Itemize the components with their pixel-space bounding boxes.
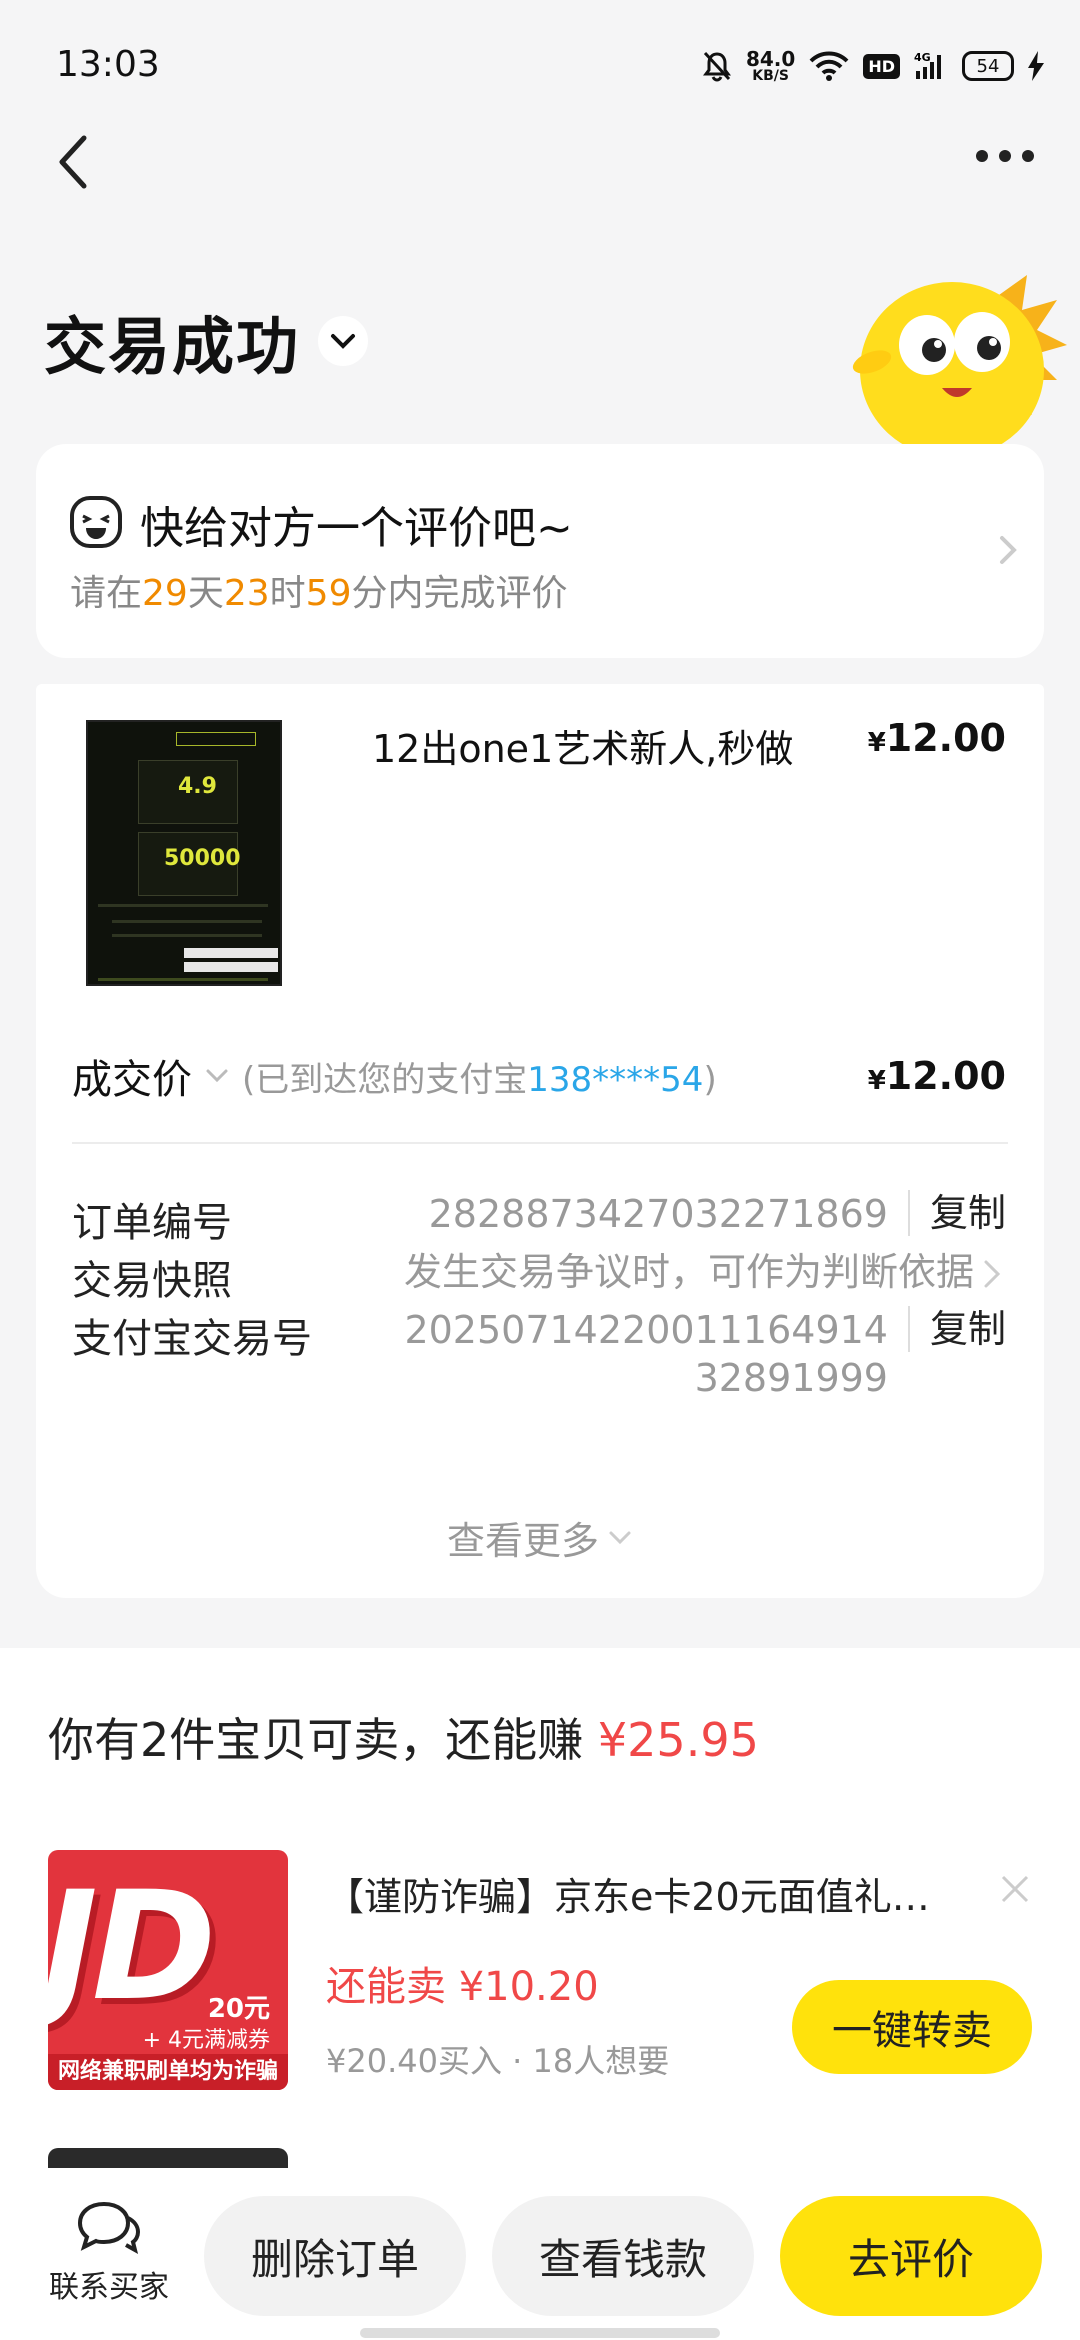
deal-price-label: 成交价 [72, 1057, 192, 1103]
card-coupon: + 4元满减券 [142, 2028, 270, 2053]
bottom-action-bar: 联系买家 删除订单 查看钱款 去评价 [0, 2176, 1080, 2340]
status-bar: 13:03 84.0 KB/S HD 4G 54 [0, 0, 1080, 130]
thumb-line [98, 978, 268, 981]
review-prompt-title: 快给对方一个评价吧~ [140, 503, 573, 554]
resell-item-title: 【谨防诈骗】京东e卡20元面值礼品卡 [326, 1875, 966, 1919]
order-number-row: 订单编号 2828873427032271869 复制 [72, 1190, 1006, 1248]
fraud-warning: 网络兼职刷单均为诈骗 [48, 2054, 288, 2090]
chevron-right-icon [984, 1260, 1001, 1288]
deal-price-value: ¥12.00 [867, 1054, 1006, 1098]
product-thumbnail[interactable]: 4.9 50000 [86, 720, 282, 986]
chevron-down-icon [331, 334, 356, 349]
alipay-trade-value: 20250714220011164914 32891999 [404, 1308, 888, 1400]
resell-item-peek [48, 2148, 288, 2168]
signal-icon: 4G [914, 51, 948, 81]
contact-buyer-label: 联系买家 [49, 2270, 169, 2305]
view-more-button[interactable]: 查看更多 [36, 1510, 1044, 1565]
chevron-right-icon [994, 530, 1024, 570]
thumb-line [112, 934, 262, 937]
laughing-face-icon [68, 494, 124, 550]
resell-item-meta: ¥20.40买入 · 18人想要 [326, 2042, 670, 2080]
snapshot-value: 发生交易争议时，可作为判断依据 [403, 1250, 974, 1294]
one-click-resell-button[interactable]: 一键转卖 [792, 1980, 1032, 2074]
more-options-icon[interactable] [970, 136, 1040, 176]
snapshot-label: 交易快照 [72, 1258, 232, 1304]
network-speed: 84.0 KB/S [746, 49, 795, 83]
review-prompt-card[interactable]: 快给对方一个评价吧~ 请在29天23时59分内完成评价 [36, 444, 1044, 658]
jd-card-image: JD 20元 + 4元满减券 网络兼职刷单均为诈骗 [48, 1850, 288, 2090]
wifi-icon [809, 51, 849, 81]
thumb-line [98, 904, 268, 907]
resell-title: 你有2件宝贝可卖，还能赚 ¥25.95 [48, 1713, 759, 1767]
card-value: 20元 [207, 1994, 270, 2024]
network-speed-value: 84.0 [745, 47, 796, 71]
review-countdown: 请在29天23时59分内完成评价 [70, 573, 568, 614]
close-icon[interactable] [998, 1872, 1032, 1906]
chat-bubble-icon [77, 2201, 141, 2254]
copy-order-number-button[interactable]: 复制 [907, 1190, 1006, 1236]
resell-item[interactable]: JD 20元 + 4元满减券 网络兼职刷单均为诈骗 【谨防诈骗】京东e卡20元面… [48, 1850, 1032, 2090]
status-icons: 84.0 KB/S HD 4G 54 [702, 44, 1044, 88]
contact-buyer-button[interactable]: 联系买家 [44, 2196, 174, 2306]
thumb-white-bar [184, 948, 278, 958]
status-time: 13:03 [56, 44, 160, 85]
order-number-label: 订单编号 [72, 1200, 232, 1246]
svg-text:4G: 4G [914, 51, 931, 64]
product-price: ¥12.00 [867, 716, 1006, 760]
page-title: 交易成功 [44, 310, 301, 383]
resell-price: 还能卖 ¥10.20 [326, 1964, 599, 2010]
thumb-number-2: 50000 [164, 846, 241, 871]
jd-logo: JD [48, 1860, 216, 2034]
chevron-down-icon [609, 1531, 631, 1544]
snapshot-row[interactable]: 交易快照 发生交易争议时，可作为判断依据 [72, 1248, 1006, 1306]
network-speed-unit: KB/S [752, 68, 789, 84]
product-title[interactable]: 12出one1艺术新人,秒做 [372, 718, 793, 773]
deal-price-row[interactable]: 成交价 (已到达您的支付宝138****54) ¥12.00 [72, 1046, 1006, 1106]
status-dropdown-button[interactable] [318, 316, 369, 366]
go-review-button[interactable]: 去评价 [780, 2196, 1042, 2316]
order-details-card: 4.9 50000 12出one1艺术新人,秒做 ¥12.00 成交价 (已到达… [36, 684, 1044, 1598]
copy-alipay-number-button[interactable]: 复制 [907, 1306, 1006, 1352]
nav-bar [0, 118, 1080, 198]
delete-order-button[interactable]: 删除订单 [204, 2196, 466, 2316]
home-indicator [360, 2328, 720, 2338]
thumb-number-1: 4.9 [178, 774, 217, 799]
thumb-line [112, 920, 262, 923]
thumb-header [176, 732, 256, 746]
title-row: 交易成功 [44, 296, 369, 386]
alipay-trade-label: 支付宝交易号 [72, 1316, 312, 1362]
thumb-white-bar [184, 962, 278, 972]
deal-price-note: (已到达您的支付宝138****54) [242, 1059, 717, 1100]
back-arrow-icon[interactable] [44, 124, 104, 194]
view-more-label: 查看更多 [446, 1519, 599, 1563]
fish-mascot-image [842, 270, 1072, 458]
mute-bell-icon [702, 50, 732, 82]
battery-level: 54 [962, 51, 1014, 81]
view-payment-button[interactable]: 查看钱款 [492, 2196, 754, 2316]
charging-icon [1028, 51, 1044, 81]
order-number-value: 2828873427032271869 [428, 1192, 888, 1236]
chevron-down-icon [206, 1069, 228, 1083]
divider [72, 1142, 1008, 1144]
hd-badge: HD [863, 53, 900, 79]
alipay-trade-row: 支付宝交易号 20250714220011164914 32891999 复制 [72, 1306, 1006, 1402]
